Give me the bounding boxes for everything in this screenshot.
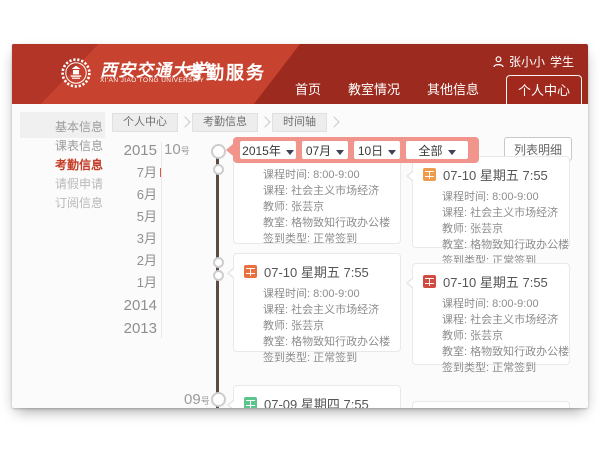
breadcrumb-timeline[interactable]: 时间轴 bbox=[272, 113, 327, 132]
attendance-app-window: 西安交通大学 XI'AN JIAO TONG UNIVERSITY 考勤服务 张… bbox=[12, 44, 588, 408]
attendance-card[interactable] bbox=[412, 401, 570, 408]
chevron-down-icon bbox=[388, 150, 396, 159]
timeline-month-mar[interactable]: 3月 bbox=[137, 228, 157, 250]
month-select[interactable]: 07月 bbox=[302, 141, 348, 159]
university-logo-icon bbox=[60, 57, 92, 89]
attendance-card[interactable]: 07-10 星期五 7:55 课程时间: 8:00-9:00 课程: 社会主义市… bbox=[233, 253, 401, 352]
nav-tab-classrooms[interactable]: 教室情况 bbox=[348, 79, 400, 104]
day-select[interactable]: 10日 bbox=[354, 141, 400, 159]
timeline-node bbox=[213, 164, 224, 175]
calendar-status-icon bbox=[423, 275, 436, 288]
filter-bar: 2015年 07月 10日 全部 bbox=[233, 137, 479, 163]
chevron-down-icon bbox=[448, 150, 456, 159]
timeline-month-feb[interactable]: 2月 bbox=[137, 250, 157, 272]
nav-tab-personal-center[interactable]: 个人中心 bbox=[506, 75, 582, 104]
chevron-right-icon bbox=[179, 116, 190, 127]
app-header: 西安交通大学 XI'AN JIAO TONG UNIVERSITY 考勤服务 张… bbox=[12, 44, 588, 104]
breadcrumb-personal-center[interactable]: 个人中心 bbox=[112, 113, 178, 132]
main-nav: 首页 教室情况 其他信息 个人中心 bbox=[295, 75, 582, 104]
type-select[interactable]: 全部 bbox=[406, 141, 468, 159]
card-date-title: 07-10 星期五 7:55 bbox=[443, 272, 548, 291]
timeline-day-marker-10: 10号 bbox=[164, 141, 190, 159]
timeline-day-marker-09: 09号 bbox=[184, 391, 210, 408]
nav-tab-home[interactable]: 首页 bbox=[295, 79, 321, 104]
timeline-year-2014[interactable]: 2014 bbox=[124, 294, 157, 317]
breadcrumb: 个人中心 考勤信息 时间轴 bbox=[112, 113, 341, 132]
timeline-year-2015[interactable]: 2015 bbox=[124, 139, 157, 162]
year-select[interactable]: 2015年 bbox=[240, 141, 296, 159]
user-name: 张小小 bbox=[509, 53, 545, 70]
chevron-down-icon bbox=[286, 150, 294, 159]
calendar-status-icon bbox=[423, 168, 436, 181]
chevron-right-icon bbox=[328, 116, 339, 127]
timeline-year-2013[interactable]: 2013 bbox=[124, 317, 157, 340]
card-date-title: 07-09 星期四 7:55 bbox=[264, 394, 369, 408]
app-title: 考勤服务 bbox=[186, 59, 266, 85]
attendance-card[interactable]: 07-10 星期五 7:55 课程时间: 8:00-9:00 课程: 社会主义市… bbox=[412, 156, 570, 248]
timeline-month-jun[interactable]: 6月 bbox=[137, 184, 157, 206]
user-info[interactable]: 张小小 学生 bbox=[493, 53, 574, 70]
calendar-status-icon bbox=[244, 265, 257, 278]
nav-tab-other-info[interactable]: 其他信息 bbox=[427, 79, 479, 104]
breadcrumb-attendance-info[interactable]: 考勤信息 bbox=[192, 113, 258, 132]
timeline-node bbox=[213, 257, 224, 268]
card-date-title: 07-10 星期五 7:55 bbox=[443, 165, 548, 184]
timeline-month-jan[interactable]: 1月 bbox=[137, 272, 157, 294]
timeline-node bbox=[211, 392, 226, 407]
chevron-down-icon bbox=[336, 150, 344, 159]
timeline-node bbox=[211, 144, 226, 159]
timeline-month-may[interactable]: 5月 bbox=[137, 206, 157, 228]
timeline-month-jul[interactable]: 7月 bbox=[137, 162, 157, 184]
card-date-title: 07-10 星期五 7:55 bbox=[264, 262, 369, 281]
timeline-node bbox=[213, 270, 224, 281]
user-icon bbox=[493, 56, 504, 68]
timeline-nav-divider bbox=[161, 142, 162, 338]
attendance-card[interactable]: 07-09 星期四 7:55 bbox=[233, 385, 401, 408]
user-role: 学生 bbox=[550, 53, 574, 70]
attendance-card[interactable]: 07-10 星期五 7:55 课程时间: 8:00-9:00 课程: 社会主义市… bbox=[412, 263, 570, 365]
calendar-status-icon bbox=[244, 397, 257, 408]
timeline-year-nav: 2015 7月 6月 5月 3月 2月 1月 2014 2013 bbox=[12, 139, 157, 340]
sidebar-item-basic-info[interactable]: 基本信息 bbox=[55, 118, 103, 137]
chevron-right-icon bbox=[259, 116, 270, 127]
